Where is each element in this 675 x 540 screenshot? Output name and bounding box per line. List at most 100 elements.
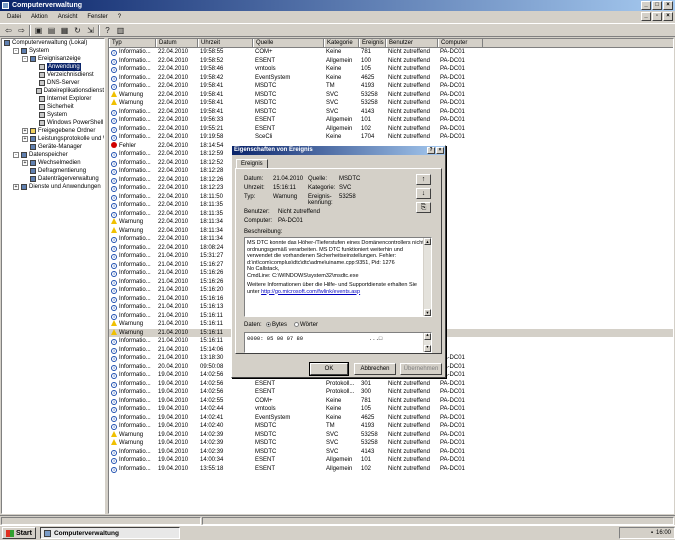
table-row[interactable]: i Informatio... 22.04.2010 19:55:21 ESENT All… [109,125,673,134]
tree-node[interactable]: Internet Explorer [2,95,104,103]
help-link[interactable]: http://go.microsoft.com/fwlink/events.as… [261,289,360,295]
table-row[interactable]: i Informatio... 22.04.2010 19:58:55 COM+ Kein… [109,48,673,57]
table-row[interactable]: i Informatio... 19.04.2010 14:00:34 ESENT All… [109,456,673,465]
column-header[interactable]: Ereignis [359,39,386,47]
expander-icon[interactable]: + [22,160,28,166]
menu-datei[interactable]: Datei [2,14,26,20]
tree-node[interactable]: Defragmentierung [2,167,104,175]
up-folder-icon[interactable]: ▣ [33,25,44,36]
tree-node[interactable]: Dateireplikationsdienst [2,87,104,95]
network-icon[interactable]: ▪ [651,530,653,536]
table-row[interactable]: i Informatio... 19.04.2010 14:02:55 COM+ Kein… [109,397,673,406]
data-scrollbar[interactable]: ▲ ▼ [423,333,431,352]
table-row[interactable]: Warnung 19.04.2010 14:02:39 MSDTC SVC 53258 Ni… [109,430,673,440]
table-row[interactable]: i Informatio... 19.04.2010 14:02:39 MSDTC SVC… [109,448,673,457]
column-header[interactable]: Kategorie [324,39,359,47]
maximize-button[interactable]: □ [652,1,662,10]
minimize-button[interactable]: _ [641,1,651,10]
menu-ansicht[interactable]: Ansicht [53,14,83,20]
close-button[interactable]: × [663,1,673,10]
table-row[interactable]: i Informatio... 22.04.2010 19:58:41 MSDTC SVC… [109,108,673,117]
show-tree-icon[interactable]: ▤ [46,25,57,36]
refresh-icon[interactable]: ↻ [72,25,83,36]
cell-text: 15:16:11 [200,338,223,344]
menu-fenster[interactable]: Fenster [82,14,112,20]
menu-help[interactable]: ? [113,14,126,20]
tree-node[interactable]: Geräte-Manager [2,143,104,151]
back-icon[interactable]: ⇦ [3,25,14,36]
tree-node[interactable]: + Leistungsprotokolle und Warnungen [2,135,104,143]
table-row[interactable]: i Informatio... 22.04.2010 19:58:42 EventSys… [109,74,673,83]
export-icon[interactable]: ⇲ [85,25,96,36]
expander-icon[interactable]: + [13,184,19,190]
description-scrollbar[interactable]: ▲ ▼ [423,238,431,316]
tree-node[interactable]: - Ereignisanzeige [2,55,104,63]
bytes-radio[interactable]: Bytes [266,322,287,328]
info-icon: i [111,347,117,354]
table-row[interactable]: i Informatio... 22.04.2010 19:19:58 SceCli Ke… [109,133,673,142]
view-icon[interactable]: ▥ [115,25,126,36]
tree-node[interactable]: System [2,111,104,119]
table-row[interactable]: i Informatio... 22.04.2010 19:58:41 MSDTC TM 4… [109,82,673,91]
tree-node[interactable]: Windows PowerShell [2,119,104,127]
next-event-button[interactable]: ↓ [416,188,431,199]
table-row[interactable]: iInformatio...19.04.201014:02:56ESENTPro… [109,380,673,389]
table-row[interactable]: i Informatio... 22.04.2010 19:56:33 ESENT All… [109,116,673,125]
tree-node[interactable]: - Datenspeicher [2,151,104,159]
description-textbox[interactable]: MS DTC konnte das Höher-/Tieferstufen ei… [244,237,432,317]
ok-button[interactable]: OK [309,362,349,376]
column-header[interactable]: Computer [438,39,483,47]
cell-text: Informatio... [119,457,151,463]
data-textbox[interactable]: 0000: 05 00 07 80 ...□ ▲ ▼ [244,332,432,353]
expander-icon[interactable]: + [22,136,28,142]
table-row[interactable]: i Informatio... 19.04.2010 14:02:41 EventSys… [109,414,673,423]
properties-icon[interactable]: ▦ [59,25,70,36]
forward-icon[interactable]: ⇨ [16,25,27,36]
info-icon: i [111,203,117,209]
tree-node[interactable]: Datenträgerverwaltung [2,175,104,183]
tree-node[interactable]: - System [2,47,104,55]
taskbar-item-computerverwaltung[interactable]: Computerverwaltung [39,527,180,539]
table-row[interactable]: i Informatio... 22.04.2010 19:58:52 ESENT All… [109,57,673,66]
tree-node[interactable]: Verzeichnisdienst [2,71,104,79]
tree-node[interactable]: + Dienste und Anwendungen [2,183,104,191]
woerter-radio[interactable]: Wörter [294,322,318,328]
expander-icon[interactable]: - [13,48,19,54]
table-row[interactable]: Warnung 22.04.2010 19:58:41 MSDTC SVC 53258 Ni… [109,90,673,100]
mdi-close-button[interactable]: × [663,12,673,21]
column-header[interactable]: Typ [109,39,156,47]
table-row[interactable]: Warnung 19.04.2010 14:02:39 MSDTC SVC 53258 Ni… [109,439,673,448]
prev-event-button[interactable]: ↑ [416,174,431,185]
table-row[interactable]: i Informatio... 19.04.2010 14:02:44 vmtools K… [109,405,673,414]
tree-node[interactable]: + Freigegebene Ordner [2,127,104,135]
table-row[interactable]: i Informatio... 19.04.2010 14:02:40 MSDTC TM 4… [109,422,673,431]
cell-text: 21.04.2010 [158,287,189,293]
column-header[interactable]: Benutzer [386,39,438,47]
column-header[interactable]: Quelle [253,39,324,47]
start-button[interactable]: Start [2,527,36,539]
table-row[interactable]: i Informatio... 22.04.2010 19:58:46 vmtools K… [109,65,673,74]
tree-node[interactable]: Sicherheit [2,103,104,111]
expander-icon[interactable]: - [22,56,28,62]
expander-icon[interactable]: + [22,128,28,134]
cancel-button[interactable]: Abbrechen [354,363,396,375]
copy-button[interactable]: ⎘ [416,202,431,213]
dialog-help-button[interactable]: ? [427,147,435,154]
table-row[interactable]: iInformatio...19.04.201014:02:56ESENTPro… [109,388,673,397]
column-header[interactable]: Uhrzeit [198,39,253,47]
expander-icon[interactable]: - [13,152,19,158]
tree-node[interactable]: DNS-Server [2,79,104,87]
tree-node[interactable]: + Wechselmedien [2,159,104,167]
table-row[interactable]: Warnung 22.04.2010 19:58:41 MSDTC SVC 53258 Ni… [109,99,673,108]
menu-aktion[interactable]: Aktion [26,14,53,20]
tree-node[interactable]: Anwendung [2,63,104,71]
mdi-restore-button[interactable]: ▫ [652,12,662,21]
column-header[interactable]: Datum [156,39,198,47]
dialog-close-button[interactable]: × [436,147,444,154]
help-icon[interactable]: ? [102,25,113,36]
mdi-minimize-button[interactable]: _ [641,12,651,21]
table-row[interactable]: i Informatio... 19.04.2010 13:55:18 ESENT All… [109,465,673,474]
apply-button[interactable]: Übernehmen [400,363,442,375]
cell-text: PA-DC01 [440,431,465,438]
tree-node[interactable]: Computerverwaltung (Lokal) [2,39,104,47]
